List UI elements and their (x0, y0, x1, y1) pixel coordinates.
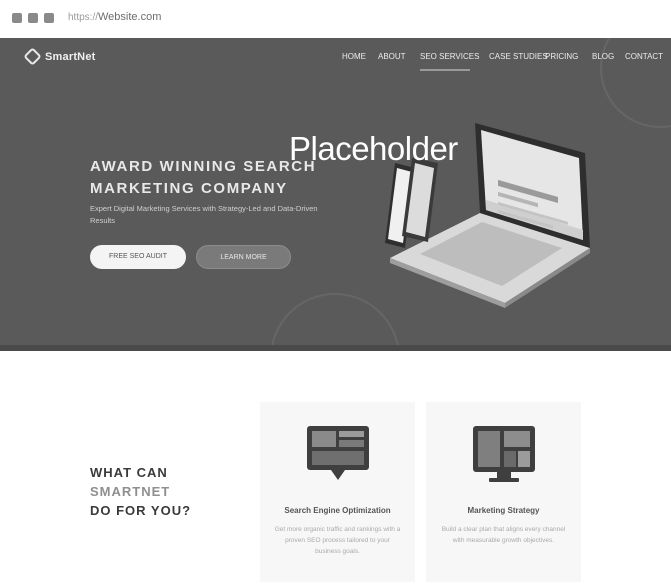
hero-bottom-edge (0, 345, 671, 351)
active-nav-indicator (420, 69, 470, 71)
nav-item-blog[interactable]: BLOG (592, 52, 614, 61)
learn-more-button[interactable]: LEARN MORE (196, 245, 291, 269)
placeholder-overlay-text: Placeholder (289, 130, 458, 167)
services-heading: WHAT CAN SMARTNET DO FOR YOU? (90, 463, 191, 520)
service-card-desc: Build a clear plan that aligns every cha… (441, 526, 566, 544)
main-nav: HOME ABOUT SEO SERVICES CASE STUDIES PRI… (0, 52, 671, 66)
hero-headline-line1: AWARD WINNING SEARCH (90, 158, 317, 175)
nav-item-contact[interactable]: CONTACT (625, 52, 663, 61)
nav-item-home[interactable]: HOME (342, 52, 366, 61)
nav-item-pricing[interactable]: PRICING (545, 52, 578, 61)
seo-chart-icon (307, 426, 369, 480)
browser-bar: https:// Website.com (0, 0, 671, 38)
url-prefix: https:// (68, 12, 99, 23)
free-seo-audit-button[interactable]: FREE SEO AUDIT (90, 245, 186, 269)
marketing-dashboard-icon (473, 426, 535, 482)
page: https:// Website.com SmartNet HOME ABOUT… (0, 0, 671, 586)
window-maximize-icon[interactable] (44, 13, 54, 23)
service-card-title: Marketing Strategy (467, 506, 540, 515)
service-card-seo[interactable]: Search Engine Optimization Get more orga… (260, 402, 415, 582)
address-bar[interactable]: Website.com (98, 11, 161, 23)
services-heading-line1: WHAT CAN (90, 465, 168, 480)
window-close-icon[interactable] (12, 13, 22, 23)
hero-headline: AWARD WINNING SEARCH MARKETING COMPANY (90, 156, 316, 200)
services-heading-line2: SMARTNET (90, 484, 171, 499)
hero-subtext: Expert Digital Marketing Services with S… (90, 204, 318, 225)
nav-item-about[interactable]: ABOUT (378, 52, 406, 61)
services-heading-line3: DO FOR YOU? (90, 503, 192, 518)
window-minimize-icon[interactable] (28, 13, 38, 23)
service-card-marketing[interactable]: Marketing Strategy Build a clear plan th… (426, 402, 581, 582)
nav-item-seo-services[interactable]: SEO SERVICES (420, 52, 479, 61)
nav-item-case-studies[interactable]: CASE STUDIES (489, 52, 548, 61)
service-card-desc: Get more organic traffic and rankings wi… (274, 526, 401, 555)
hero-headline-line2: MARKETING COMPANY (90, 180, 288, 197)
service-card-title: Search Engine Optimization (284, 506, 391, 515)
hero-section: SmartNet HOME ABOUT SEO SERVICES CASE ST… (0, 38, 671, 351)
